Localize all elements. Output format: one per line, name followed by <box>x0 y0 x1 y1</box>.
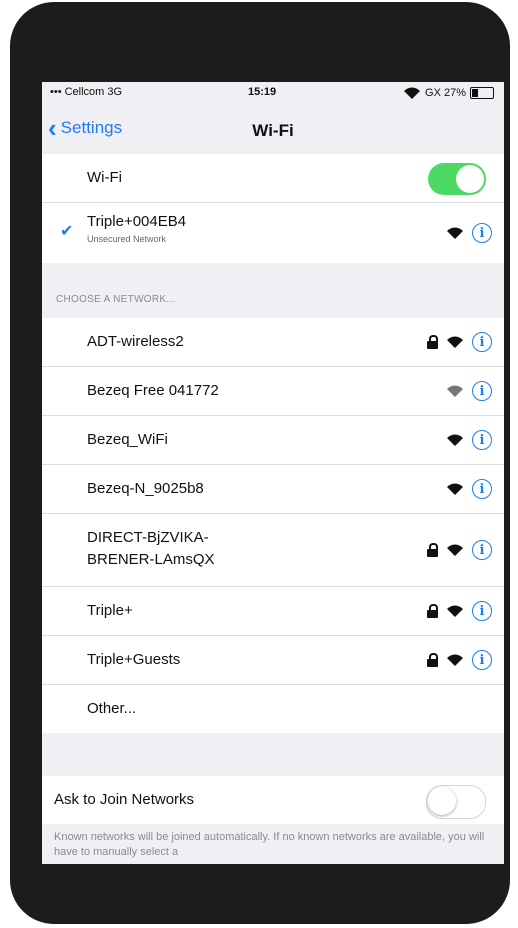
ask-to-join-label: Ask to Join Networks <box>54 791 195 808</box>
info-icon[interactable]: i <box>472 332 492 352</box>
status-bar: ••• Cellcom 3G 15:19 GX 27% <box>42 82 504 104</box>
toggle-knob <box>456 165 484 193</box>
ask-to-join-section: Ask to Join Networks <box>42 776 504 824</box>
network-name-line1: DIRECT-BjZVIKA- <box>87 529 209 546</box>
wifi-signal-icon <box>447 336 463 348</box>
status-wifi-icon <box>404 87 421 99</box>
network-icons: i <box>427 318 492 366</box>
nav-bar: ‹ Settings Wi-Fi <box>42 104 504 154</box>
network-name-line2: BRENER-LAmsQX <box>87 551 215 568</box>
wifi-signal-icon <box>447 434 463 446</box>
info-icon[interactable]: i <box>472 650 492 670</box>
network-icons: i <box>427 514 492 586</box>
network-icons: i <box>427 636 492 684</box>
network-row[interactable]: Triple+ i <box>42 587 504 636</box>
wifi-label: Wi-Fi <box>87 169 122 186</box>
network-name: Bezeq-N_9025b8 <box>87 480 204 497</box>
ask-to-join-toggle[interactable] <box>426 785 486 819</box>
page-title: Wi-Fi <box>252 121 294 140</box>
carrier-label: ••• Cellcom 3G <box>50 86 123 98</box>
network-row[interactable]: Bezeq Free 041772 i <box>42 367 504 416</box>
wifi-toggle-row: Wi-Fi <box>42 154 504 203</box>
info-icon[interactable]: i <box>472 430 492 450</box>
status-right-text: GX 27% <box>425 87 466 99</box>
lock-icon <box>427 604 438 618</box>
other-network-label: Other... <box>87 700 137 717</box>
wifi-signal-icon <box>447 605 463 617</box>
lock-icon <box>427 653 438 667</box>
wifi-signal-icon <box>447 654 463 666</box>
network-name: Triple+ <box>87 602 133 619</box>
screen: ••• Cellcom 3G 15:19 GX 27% ‹ Settings W… <box>42 82 504 864</box>
ask-to-join-row: Ask to Join Networks <box>42 776 504 824</box>
network-icons: i <box>446 465 492 513</box>
network-name: Bezeq Free 041772 <box>87 382 219 399</box>
network-name: ADT-wireless2 <box>87 333 184 350</box>
network-name: Bezeq_WiFi <box>87 431 168 448</box>
wifi-signal-icon <box>447 227 463 239</box>
network-row[interactable]: DIRECT-BjZVIKA- BRENER-LAmsQX i <box>42 514 504 587</box>
info-icon[interactable]: i <box>472 601 492 621</box>
connected-network-name: Triple+004EB4 <box>87 213 187 230</box>
section-header: CHOOSE A NETWORK... <box>56 294 176 305</box>
network-icons: i <box>446 416 492 464</box>
network-row[interactable]: ADT-wireless2 i <box>42 318 504 367</box>
network-icons: i <box>446 367 492 415</box>
status-right: GX 27% <box>403 86 494 100</box>
lock-icon <box>427 335 438 349</box>
phone-frame: ••• Cellcom 3G 15:19 GX 27% ‹ Settings W… <box>10 2 510 924</box>
connected-network-row[interactable]: ✔ Triple+004EB4 Unsecured Network i <box>42 203 504 263</box>
connected-network-subtitle: Unsecured Network <box>87 234 167 244</box>
info-icon[interactable]: i <box>472 540 492 560</box>
clock: 15:19 <box>248 86 277 98</box>
wifi-toggle[interactable] <box>428 163 486 195</box>
wifi-section: Wi-Fi ✔ Triple+004EB4 Unsecured Network … <box>42 154 504 263</box>
network-name: Triple+Guests <box>87 651 181 668</box>
wifi-signal-icon <box>447 385 463 397</box>
networks-list: ADT-wireless2 i Bezeq Free 041772 i Beze… <box>42 318 504 733</box>
network-icons: i <box>427 587 492 635</box>
info-icon[interactable]: i <box>472 479 492 499</box>
connected-icons: i <box>446 203 492 263</box>
wifi-signal-icon <box>447 544 463 556</box>
info-icon[interactable]: i <box>472 223 492 243</box>
toggle-knob <box>428 787 456 815</box>
network-row[interactable]: Triple+Guests i <box>42 636 504 685</box>
network-row[interactable]: Bezeq-N_9025b8 i <box>42 465 504 514</box>
network-row[interactable]: Bezeq_WiFi i <box>42 416 504 465</box>
other-network-row[interactable]: Other... <box>42 685 504 733</box>
lock-icon <box>427 543 438 557</box>
wifi-signal-icon <box>447 483 463 495</box>
info-icon[interactable]: i <box>472 381 492 401</box>
checkmark-icon: ✔ <box>60 223 74 240</box>
battery-icon <box>470 87 494 99</box>
footer-text: Known networks will be joined automatica… <box>54 831 485 858</box>
